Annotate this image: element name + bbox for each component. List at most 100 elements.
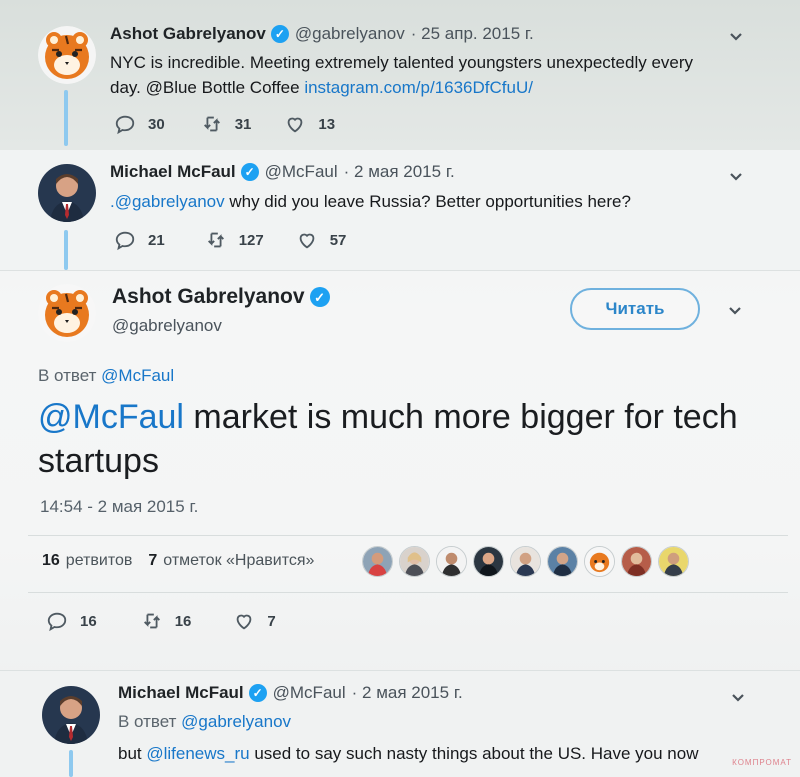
main-tweet-header: Ashot Gabrelyanov ✓ bbox=[112, 285, 336, 309]
reply-button[interactable]: 16 bbox=[46, 610, 97, 632]
main-timestamp[interactable]: 14:54 - 2 мая 2015 г. bbox=[40, 497, 198, 517]
avatar-ashot-tiger[interactable] bbox=[38, 26, 96, 84]
tweet1-author-name[interactable]: Ashot Gabrelyanov bbox=[110, 24, 266, 44]
likes-stat[interactable]: 7 отметок «Нравится» bbox=[148, 552, 314, 570]
reply-prefix: В ответ bbox=[38, 366, 102, 385]
liker-avatar[interactable] bbox=[510, 546, 541, 577]
retweets-count: 16 bbox=[42, 552, 60, 569]
liker-avatar[interactable] bbox=[547, 546, 578, 577]
engagement-stats: 16 ретвитов 7 отметок «Нравится» bbox=[42, 552, 330, 570]
likes-label: отметок «Нравится» bbox=[163, 552, 315, 569]
tweet1-text-line-1: NYC is incredible. Meeting extremely tal… bbox=[110, 53, 694, 72]
reply-count: 21 bbox=[148, 231, 165, 249]
thread-line-2 bbox=[64, 230, 68, 270]
tweet4-text-suffix: used to say such nasty things about the … bbox=[249, 744, 699, 763]
tweet4-handle[interactable]: @McFaul bbox=[273, 683, 346, 703]
liker-avatar[interactable] bbox=[658, 546, 689, 577]
liker-avatar[interactable] bbox=[621, 546, 652, 577]
retweet-count: 16 bbox=[174, 612, 192, 630]
verified-badge-icon: ✓ bbox=[270, 25, 289, 43]
tweet1-header: Ashot Gabrelyanov ✓ @gabrelyanov · 25 ап… bbox=[110, 24, 534, 44]
tweet2-header: Michael McFaul ✓ @McFaul · 2 мая 2015 г. bbox=[110, 162, 455, 182]
retweet-icon bbox=[143, 613, 160, 629]
reply-icon bbox=[47, 612, 67, 632]
tweet2-date[interactable]: · 2 мая 2015 г. bbox=[344, 162, 455, 182]
tweet4-lifenews-link[interactable]: @lifenews_ru bbox=[146, 744, 249, 763]
chevron-down-icon[interactable] bbox=[727, 167, 745, 185]
chevron-down-icon[interactable] bbox=[727, 27, 745, 45]
reply-button[interactable]: 21 bbox=[114, 229, 165, 251]
liker-avatars bbox=[362, 546, 689, 577]
main-handle[interactable]: @gabrelyanov bbox=[112, 316, 222, 336]
tweet4-reply-to: В ответ @gabrelyanov bbox=[118, 712, 291, 732]
avatar-mcfaul[interactable] bbox=[42, 686, 100, 744]
tweet2-mention-link[interactable]: .@gabrelyanov bbox=[110, 192, 225, 211]
tweet2-author-name[interactable]: Michael McFaul bbox=[110, 162, 236, 182]
thread-line-1 bbox=[64, 90, 68, 146]
reply-count: 16 bbox=[80, 612, 97, 630]
retweets-stat[interactable]: 16 ретвитов bbox=[42, 552, 132, 570]
reply-icon bbox=[115, 231, 135, 251]
divider-top bbox=[28, 535, 788, 536]
tweet1-text-line-2: day. @Blue Bottle Coffee instagram.com/p… bbox=[110, 75, 770, 100]
tweet1-actions: 30 31 13 bbox=[114, 113, 371, 135]
like-button[interactable]: 7 bbox=[233, 610, 276, 632]
liker-avatar[interactable] bbox=[362, 546, 393, 577]
watermark: КОМПРОМАТ bbox=[732, 758, 792, 767]
retweet-button[interactable]: 16 bbox=[141, 610, 192, 632]
likes-count: 7 bbox=[148, 552, 158, 569]
like-count: 7 bbox=[267, 612, 276, 630]
twitter-thread-screen: Ashot Gabrelyanov ✓ @gabrelyanov · 25 ап… bbox=[0, 0, 800, 777]
liker-avatar[interactable] bbox=[399, 546, 430, 577]
verified-badge-icon: ✓ bbox=[309, 287, 330, 307]
tweet4-text-prefix: but bbox=[118, 744, 147, 763]
like-button[interactable]: 57 bbox=[296, 229, 347, 251]
tweet2-text: .@gabrelyanov why did you leave Russia? … bbox=[110, 189, 760, 214]
like-count: 13 bbox=[318, 115, 336, 133]
retweet-icon bbox=[203, 116, 220, 132]
tweet2-body-text: why did you leave Russia? Better opportu… bbox=[224, 192, 631, 211]
retweet-button[interactable]: 127 bbox=[205, 229, 264, 251]
chevron-down-icon[interactable] bbox=[726, 301, 744, 319]
tweet1-location-text: day. @Blue Bottle Coffee bbox=[110, 78, 300, 97]
tweet1-text: NYC is incredible. Meeting extremely tal… bbox=[110, 50, 770, 100]
liker-avatar[interactable] bbox=[584, 546, 615, 577]
chevron-down-icon[interactable] bbox=[729, 688, 747, 706]
liker-avatar[interactable] bbox=[473, 546, 504, 577]
tweet4-reply-mention[interactable]: @gabrelyanov bbox=[181, 712, 291, 731]
like-count: 57 bbox=[329, 231, 347, 249]
reply-mention-link[interactable]: @McFaul bbox=[101, 366, 174, 385]
tweet2-actions: 21 127 57 bbox=[114, 229, 382, 251]
thread-line-3 bbox=[69, 750, 73, 777]
main-tweet-actions: 16 16 7 bbox=[46, 610, 312, 632]
main-author-name[interactable]: Ashot Gabrelyanov bbox=[112, 285, 305, 309]
verified-badge-icon: ✓ bbox=[248, 684, 267, 702]
reply-count: 30 bbox=[148, 115, 165, 133]
tweet4-reply-prefix: В ответ bbox=[118, 712, 182, 731]
liker-avatar[interactable] bbox=[436, 546, 467, 577]
reply-icon bbox=[115, 115, 135, 135]
main-reply-to: В ответ @McFaul bbox=[38, 366, 174, 386]
avatar-ashot-tiger[interactable] bbox=[38, 284, 96, 342]
retweet-button[interactable]: 31 bbox=[201, 113, 252, 135]
divider-middle bbox=[28, 592, 788, 593]
tweet2-handle[interactable]: @McFaul bbox=[265, 162, 338, 182]
tweet4-date[interactable]: · 2 мая 2015 г. bbox=[352, 683, 463, 703]
like-icon bbox=[237, 614, 252, 630]
main-mention-link[interactable]: @McFaul bbox=[38, 398, 184, 436]
like-button[interactable]: 13 bbox=[284, 113, 335, 135]
tweet1-instagram-link[interactable]: instagram.com/p/1636DfCfuU/ bbox=[304, 78, 533, 97]
avatar-mcfaul[interactable] bbox=[38, 164, 96, 222]
like-icon bbox=[288, 117, 303, 133]
verified-badge-icon: ✓ bbox=[240, 163, 259, 181]
tweet4-author-name[interactable]: Michael McFaul bbox=[118, 683, 244, 703]
tweet1-handle[interactable]: @gabrelyanov bbox=[295, 24, 405, 44]
main-tweet-text: @McFaul market is much more bigger for t… bbox=[38, 395, 738, 483]
tweet4-header: Michael McFaul ✓ @McFaul · 2 мая 2015 г. bbox=[118, 683, 463, 703]
retweet-count: 127 bbox=[238, 231, 264, 249]
retweet-icon bbox=[207, 232, 224, 248]
follow-button[interactable]: Читать bbox=[570, 288, 700, 330]
retweet-count: 31 bbox=[234, 115, 252, 133]
tweet1-date[interactable]: · 25 апр. 2015 г. bbox=[411, 24, 534, 44]
reply-button[interactable]: 30 bbox=[114, 113, 165, 135]
